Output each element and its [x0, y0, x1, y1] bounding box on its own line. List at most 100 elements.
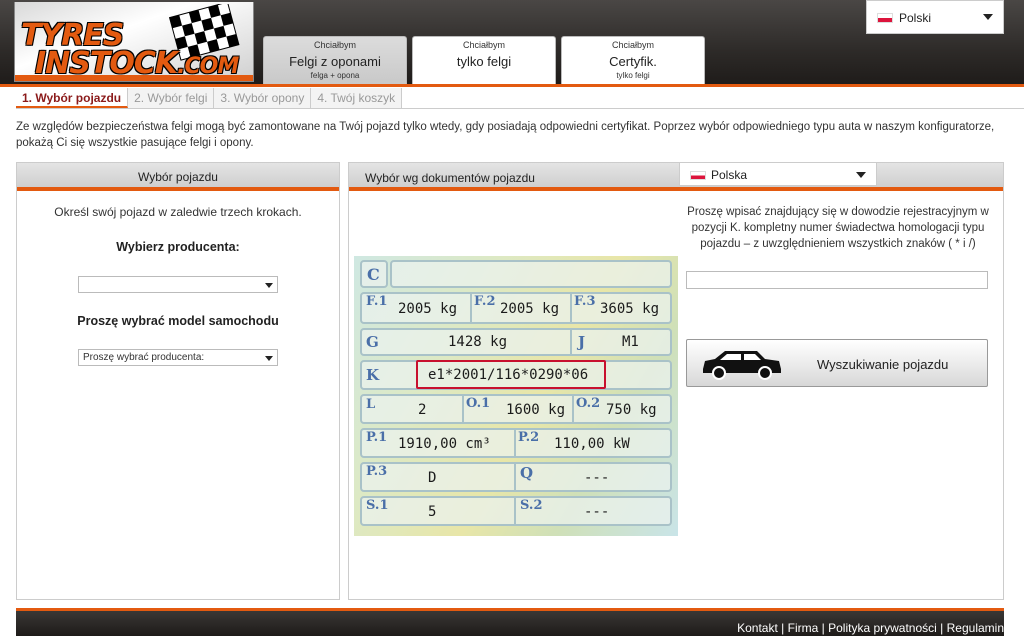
registration-document-image: C F.1 2005 kg F.2 2005 kg F.3 3605 kg G …	[354, 256, 678, 536]
doc-value-o1: 1600 kg	[506, 402, 566, 418]
doc-separator	[470, 294, 472, 322]
doc-value-s1: 5	[428, 504, 437, 520]
tab-rims-with-tyres[interactable]: Chciałbym Felgi z oponami felga + opona	[263, 36, 407, 86]
tab-sub-label: felga + opona	[310, 71, 360, 80]
panel-title: Wybór pojazdu	[17, 163, 339, 191]
doc-code-f2: F.2	[474, 294, 496, 309]
doc-code-p2: P.2	[518, 430, 540, 445]
logo-underline	[15, 75, 253, 81]
footer-link-privacy[interactable]: Polityka prywatności	[828, 621, 937, 635]
doc-separator	[514, 464, 516, 490]
tab-main-label: tylko felgi	[456, 54, 512, 69]
manufacturer-select[interactable]	[78, 276, 278, 293]
tab-sub-label: tylko felgi	[616, 71, 650, 80]
doc-code-f1: F.1	[366, 294, 388, 309]
footer-separator: |	[781, 621, 785, 635]
tab-small-label: Chciałbym	[313, 40, 356, 50]
manufacturer-label: Wybierz producenta:	[116, 240, 240, 254]
poland-flag-icon	[690, 171, 706, 180]
panel-header: Wybór wg dokumentów pojazdu	[349, 163, 1003, 191]
doc-value-l: 2	[418, 402, 427, 418]
doc-value-o2: 750 kg	[606, 402, 657, 418]
step-tyre[interactable]: 3. Wybór opony	[214, 88, 312, 108]
doc-separator	[514, 430, 516, 456]
doc-code-s2: S.2	[520, 498, 543, 513]
site-header: TYRES INSTOCK.COM Chciałbym Felgi z opon…	[0, 0, 1024, 86]
doc-row-s	[360, 496, 672, 526]
poland-flag-icon	[877, 13, 893, 23]
doc-code-k: K	[366, 366, 380, 384]
vehicle-hint: Określ swój pojazd w zaledwie trzech kro…	[54, 205, 302, 219]
tab-main-label: Felgi z oponami	[289, 54, 381, 69]
footer-links: Kontakt | Firma | Polityka prywatności |…	[737, 621, 1004, 635]
step-vehicle[interactable]: 1. Wybór pojazdu	[16, 88, 129, 108]
intro-text: Ze względów bezpieczeństwa felgi mogą by…	[16, 121, 995, 149]
doc-separator	[570, 294, 572, 322]
language-label: Polski	[899, 11, 932, 25]
checkout-steps: 1. Wybór pojazdu 2. Wybór felgi 3. Wybór…	[16, 88, 403, 108]
doc-code-o1: O.1	[466, 396, 491, 411]
country-select[interactable]: Polska	[679, 162, 877, 186]
tab-main-label: Certyfik.	[609, 54, 657, 69]
doc-separator	[514, 498, 516, 524]
doc-code-j: J	[578, 333, 586, 351]
doc-value-s2: ---	[584, 504, 610, 520]
doc-row-p3	[360, 462, 672, 492]
step-rim[interactable]: 2. Wybór felgi	[128, 88, 215, 108]
doc-cell-c-value	[390, 260, 672, 288]
search-button-label: Wyszukiwanie pojazdu	[817, 357, 949, 372]
language-select[interactable]: Polski	[866, 0, 1004, 34]
footer-link-contact[interactable]: Kontakt	[737, 621, 778, 635]
header-divider	[0, 84, 1024, 87]
doc-code-q: Q	[520, 464, 534, 482]
doc-value-k: e1*2001/116*0290*06	[428, 367, 589, 383]
vehicle-selection-panel: Wybór pojazdu Określ swój pojazd w zaled…	[16, 162, 340, 600]
tab-certificate[interactable]: Chciałbym Certyfik. tylko felgi	[561, 36, 705, 86]
site-footer: Kontakt | Firma | Polityka prywatności |…	[16, 608, 1004, 636]
doc-value-p1: 1910,00 cm³	[398, 436, 491, 452]
doc-code-g: G	[366, 333, 379, 351]
tab-rims-only[interactable]: Chciałbym tylko felgi	[412, 36, 556, 86]
doc-code-c: C	[367, 265, 380, 284]
doc-value-q: ---	[584, 470, 610, 486]
chevron-down-icon	[265, 283, 273, 288]
model-select[interactable]: Proszę wybrać producenta:	[78, 349, 278, 366]
doc-code-s1: S.1	[366, 498, 389, 513]
site-logo[interactable]: TYRES INSTOCK.COM	[14, 2, 254, 82]
footer-separator: |	[940, 621, 944, 635]
doc-value-p2: 110,00 kW	[554, 436, 630, 452]
chevron-down-icon	[856, 172, 866, 178]
doc-separator	[570, 330, 572, 354]
doc-code-f3: F.3	[574, 294, 596, 309]
doc-code-l: L	[366, 397, 376, 412]
logo-text: TYRES INSTOCK.COM	[21, 21, 239, 81]
vehicle-search-button[interactable]: Wyszukiwanie pojazdu	[686, 339, 988, 387]
panel-title: Wybór wg dokumentów pojazdu	[365, 171, 535, 185]
doc-code-p3: P.3	[366, 464, 388, 479]
doc-value-f2: 2005 kg	[500, 301, 560, 317]
footer-link-company[interactable]: Firma	[788, 621, 819, 635]
doc-value-p3: D	[428, 470, 437, 486]
chevron-down-icon	[265, 356, 273, 361]
model-label: Proszę wybrać model samochodu	[77, 314, 279, 328]
doc-value-g: 1428 kg	[448, 334, 508, 350]
tab-small-label: Chciałbym	[462, 40, 505, 50]
doc-value-j: M1	[622, 334, 639, 350]
doc-value-f3: 3605 kg	[600, 301, 660, 317]
doc-separator	[462, 396, 464, 422]
car-icon	[703, 351, 781, 380]
k-instructions: Proszę wpisać znajdujący się w dowodzie …	[687, 206, 989, 250]
steps-divider	[16, 108, 1024, 109]
doc-separator	[572, 396, 574, 422]
footer-link-terms[interactable]: Regulamin	[947, 621, 1004, 635]
tab-small-label: Chciałbym	[611, 40, 654, 50]
homologation-number-input[interactable]	[686, 271, 988, 289]
model-value: Proszę wybrać producenta:	[83, 352, 205, 363]
doc-code-p1: P.1	[366, 430, 388, 445]
doc-value-f1: 2005 kg	[398, 301, 458, 317]
step-cart[interactable]: 4. Twój koszyk	[311, 88, 403, 108]
country-label: Polska	[711, 168, 748, 182]
footer-separator: |	[821, 621, 825, 635]
chevron-down-icon	[983, 14, 993, 20]
doc-code-o2: O.2	[576, 396, 601, 411]
